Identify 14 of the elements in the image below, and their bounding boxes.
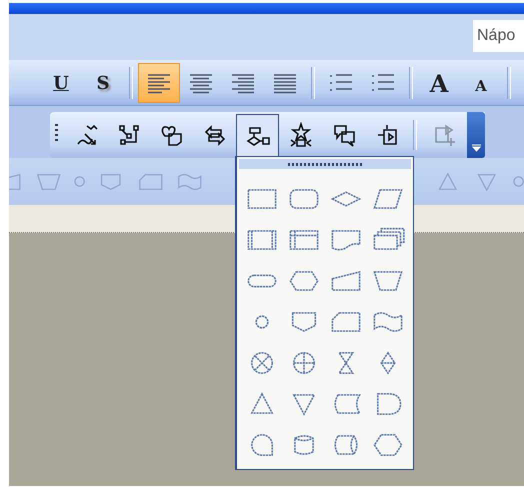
align-left-button[interactable] xyxy=(138,63,180,103)
circle-shape-icon xyxy=(74,175,86,188)
toolbar-grip[interactable] xyxy=(55,124,58,144)
font-field[interactable]: Nápo xyxy=(473,20,524,52)
underline-button[interactable]: U xyxy=(40,63,82,103)
stars-icon xyxy=(288,122,314,148)
circle-shape-icon xyxy=(512,175,524,188)
circle-shape-icon[interactable] xyxy=(255,314,269,328)
menu-drag-handle[interactable] xyxy=(239,159,411,169)
grow-font-button[interactable]: A xyxy=(418,63,460,103)
shadow-button[interactable]: S xyxy=(82,63,124,103)
shrink-font-button[interactable]: A xyxy=(460,63,502,103)
toolbar-options-button[interactable] xyxy=(467,112,485,158)
dropdown-arrow-icon xyxy=(472,144,480,152)
